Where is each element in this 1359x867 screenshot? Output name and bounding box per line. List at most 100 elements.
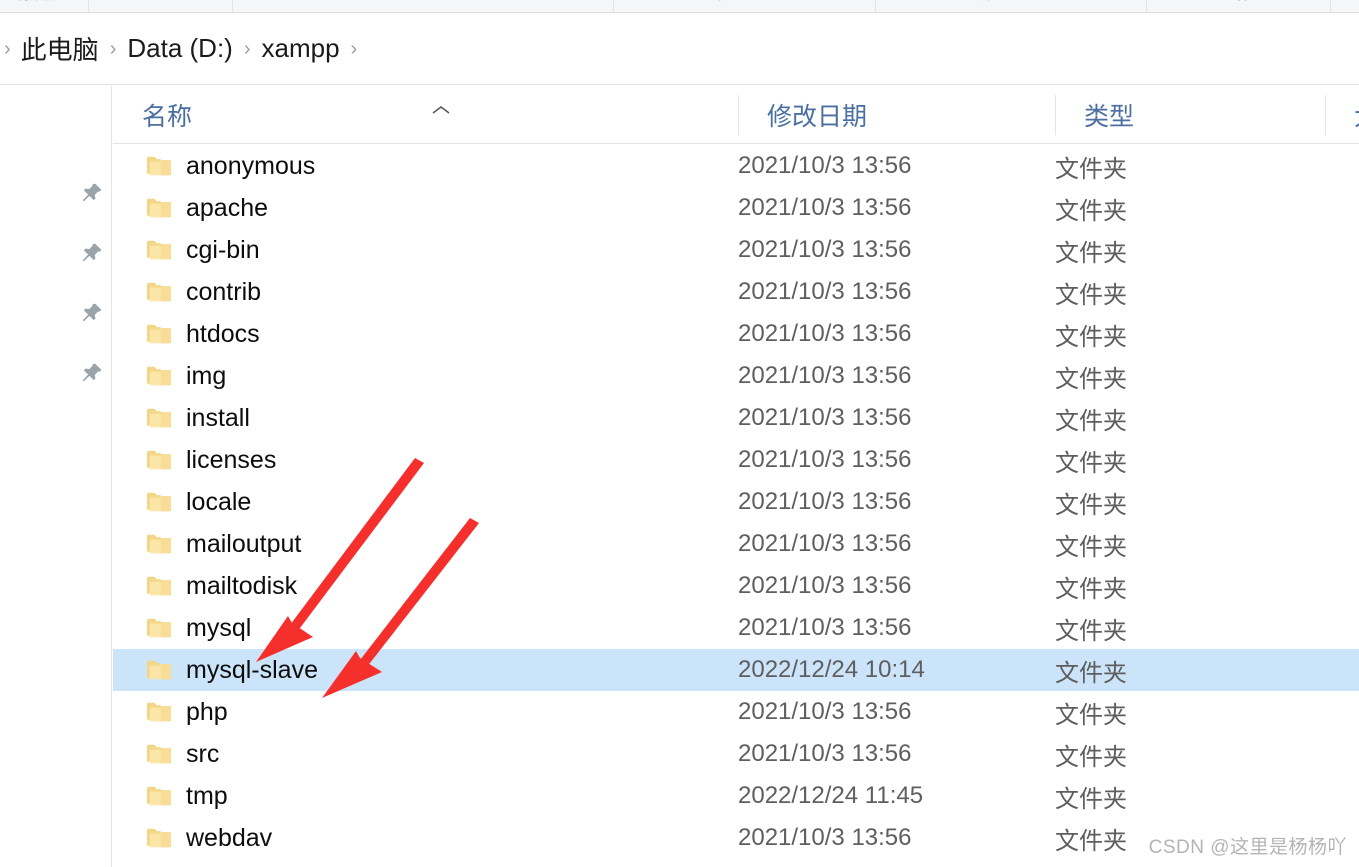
chevron-right-icon[interactable]: › xyxy=(342,39,367,59)
file-name-label: contrib xyxy=(186,277,262,306)
folder-icon xyxy=(146,407,172,429)
pin-icon[interactable] xyxy=(78,301,104,327)
breadcrumb-item-data-d[interactable]: Data (D:) xyxy=(125,31,234,66)
file-name-cell[interactable]: locale xyxy=(113,481,251,523)
ribbon-group-select[interactable]: 选择 xyxy=(1225,0,1250,3)
column-header-name-label: 名称 xyxy=(142,103,193,131)
column-header-name[interactable]: 名称 xyxy=(113,86,738,144)
ribbon-divider xyxy=(1146,0,1147,12)
navigation-pane[interactable] xyxy=(0,86,112,867)
pin-icon[interactable] xyxy=(78,361,104,387)
column-header-row[interactable]: 名称 修改日期 类型 大 xyxy=(113,86,1359,144)
file-date-modified: 2021/10/3 13:56 xyxy=(738,698,912,725)
column-header-type[interactable]: 类型 xyxy=(1055,86,1325,144)
ribbon-group-clipboard[interactable]: 剪贴板 xyxy=(18,0,56,3)
file-name-label: licenses xyxy=(186,445,277,474)
file-name-cell[interactable]: webdav xyxy=(113,817,272,859)
folder-icon xyxy=(146,281,172,303)
file-name-cell[interactable]: cgi-bin xyxy=(113,229,260,271)
file-list[interactable]: anonymous 2021/10/3 13:56 文件夹 apache 2021/10… xyxy=(113,145,1359,867)
breadcrumb-lead-chevron-icon[interactable]: › xyxy=(4,39,19,59)
file-name-cell[interactable]: mailoutput xyxy=(113,523,301,565)
file-type: 文件夹 xyxy=(1055,281,1127,309)
pin-icon[interactable] xyxy=(78,181,104,207)
column-header-date-modified[interactable]: 修改日期 xyxy=(738,86,1055,144)
table-row[interactable]: locale 2021/10/3 13:56 文件夹 xyxy=(113,481,1359,523)
folder-icon xyxy=(146,533,172,555)
table-row[interactable]: mailoutput 2021/10/3 13:56 文件夹 xyxy=(113,523,1359,565)
ribbon-group-organize[interactable]: 组织 xyxy=(390,0,415,3)
pin-icon[interactable] xyxy=(78,241,104,267)
table-row[interactable]: tmp 2022/12/24 11:45 文件夹 xyxy=(113,775,1359,817)
table-row[interactable]: contrib 2021/10/3 13:56 文件夹 xyxy=(113,271,1359,313)
folder-icon xyxy=(146,575,172,597)
ribbon-divider xyxy=(613,0,614,12)
file-name-cell[interactable]: tmp xyxy=(113,775,228,817)
breadcrumb-item-this-pc[interactable]: 此电脑 xyxy=(19,28,101,69)
file-date-modified: 2022/12/24 10:14 xyxy=(738,656,925,683)
file-name-cell[interactable]: contrib xyxy=(113,271,261,313)
table-row[interactable]: cgi-bin 2021/10/3 13:56 文件夹 xyxy=(113,229,1359,271)
table-row[interactable]: src 2021/10/3 13:56 文件夹 xyxy=(113,733,1359,775)
file-date-modified: 2021/10/3 13:56 xyxy=(738,362,912,389)
folder-icon xyxy=(146,197,172,219)
folder-icon xyxy=(146,785,172,807)
folder-icon xyxy=(146,365,172,387)
file-date-modified: 2021/10/3 13:56 xyxy=(738,320,912,347)
file-name-label: mysql-slave xyxy=(186,655,318,684)
ribbon-divider xyxy=(1330,0,1331,12)
table-row[interactable]: php 2021/10/3 13:56 文件夹 xyxy=(113,691,1359,733)
column-header-size[interactable]: 大 xyxy=(1325,86,1359,144)
file-name-cell[interactable]: mailtodisk xyxy=(113,565,297,607)
ribbon-divider xyxy=(875,0,876,12)
file-name-label: anonymous xyxy=(186,151,316,180)
breadcrumb-item-xampp[interactable]: xampp xyxy=(260,31,342,66)
file-name-cell[interactable]: htdocs xyxy=(113,313,260,355)
ribbon-group-open[interactable]: 打开 xyxy=(968,0,993,3)
file-date-modified: 2021/10/3 13:56 xyxy=(738,194,912,221)
file-name-label: tmp xyxy=(186,781,228,810)
address-bar[interactable]: › 此电脑 › Data (D:) › xampp › xyxy=(0,13,1359,85)
file-type: 文件夹 xyxy=(1055,491,1127,519)
file-name-label: mailoutput xyxy=(186,529,302,558)
file-date-modified: 2021/10/3 13:56 xyxy=(738,152,912,179)
folder-icon xyxy=(146,743,172,765)
file-date-modified: 2021/10/3 13:56 xyxy=(738,740,912,767)
file-name-cell[interactable]: install xyxy=(113,397,250,439)
folder-icon xyxy=(146,659,172,681)
table-row[interactable]: install 2021/10/3 13:56 文件夹 xyxy=(113,397,1359,439)
file-type: 文件夹 xyxy=(1055,743,1127,771)
table-row[interactable]: mysql 2021/10/3 13:56 文件夹 xyxy=(113,607,1359,649)
file-type: 文件夹 xyxy=(1055,575,1127,603)
table-row[interactable]: mysql-slave 2022/12/24 10:14 文件夹 xyxy=(113,649,1359,691)
chevron-right-icon[interactable]: › xyxy=(235,39,260,59)
chevron-right-icon[interactable]: › xyxy=(101,39,126,59)
file-name-cell[interactable]: apache xyxy=(113,187,268,229)
folder-icon xyxy=(146,491,172,513)
file-date-modified: 2021/10/3 13:56 xyxy=(738,446,912,473)
table-row[interactable]: mailtodisk 2021/10/3 13:56 文件夹 xyxy=(113,565,1359,607)
file-type: 文件夹 xyxy=(1055,239,1127,267)
file-date-modified: 2021/10/3 13:56 xyxy=(738,614,912,641)
ribbon-toolbar[interactable]: 剪贴板 组织 新建 打开 选择 xyxy=(0,0,1359,13)
table-row[interactable]: htdocs 2021/10/3 13:56 文件夹 xyxy=(113,313,1359,355)
file-date-modified: 2021/10/3 13:56 xyxy=(738,530,912,557)
file-name-cell[interactable]: src xyxy=(113,733,219,775)
file-name-cell[interactable]: php xyxy=(113,691,228,733)
file-name-cell[interactable]: img xyxy=(113,355,226,397)
file-name-cell[interactable]: mysql-slave xyxy=(113,649,318,691)
file-name-label: mysql xyxy=(186,613,252,642)
ribbon-divider xyxy=(232,0,233,12)
table-row[interactable]: img 2021/10/3 13:56 文件夹 xyxy=(113,355,1359,397)
folder-icon xyxy=(146,617,172,639)
ribbon-group-new[interactable]: 新建 xyxy=(710,0,735,3)
file-name-cell[interactable]: licenses xyxy=(113,439,276,481)
file-explorer-window: 剪贴板 组织 新建 打开 选择 › 此电脑 › Data (D:) › xamp… xyxy=(0,0,1359,867)
file-name-cell[interactable]: mysql xyxy=(113,607,251,649)
table-row[interactable]: licenses 2021/10/3 13:56 文件夹 xyxy=(113,439,1359,481)
table-row[interactable]: apache 2021/10/3 13:56 文件夹 xyxy=(113,187,1359,229)
table-row[interactable]: anonymous 2021/10/3 13:56 文件夹 xyxy=(113,145,1359,187)
folder-icon xyxy=(146,701,172,723)
file-name-cell[interactable]: anonymous xyxy=(113,145,315,187)
sort-ascending-icon xyxy=(432,93,450,114)
